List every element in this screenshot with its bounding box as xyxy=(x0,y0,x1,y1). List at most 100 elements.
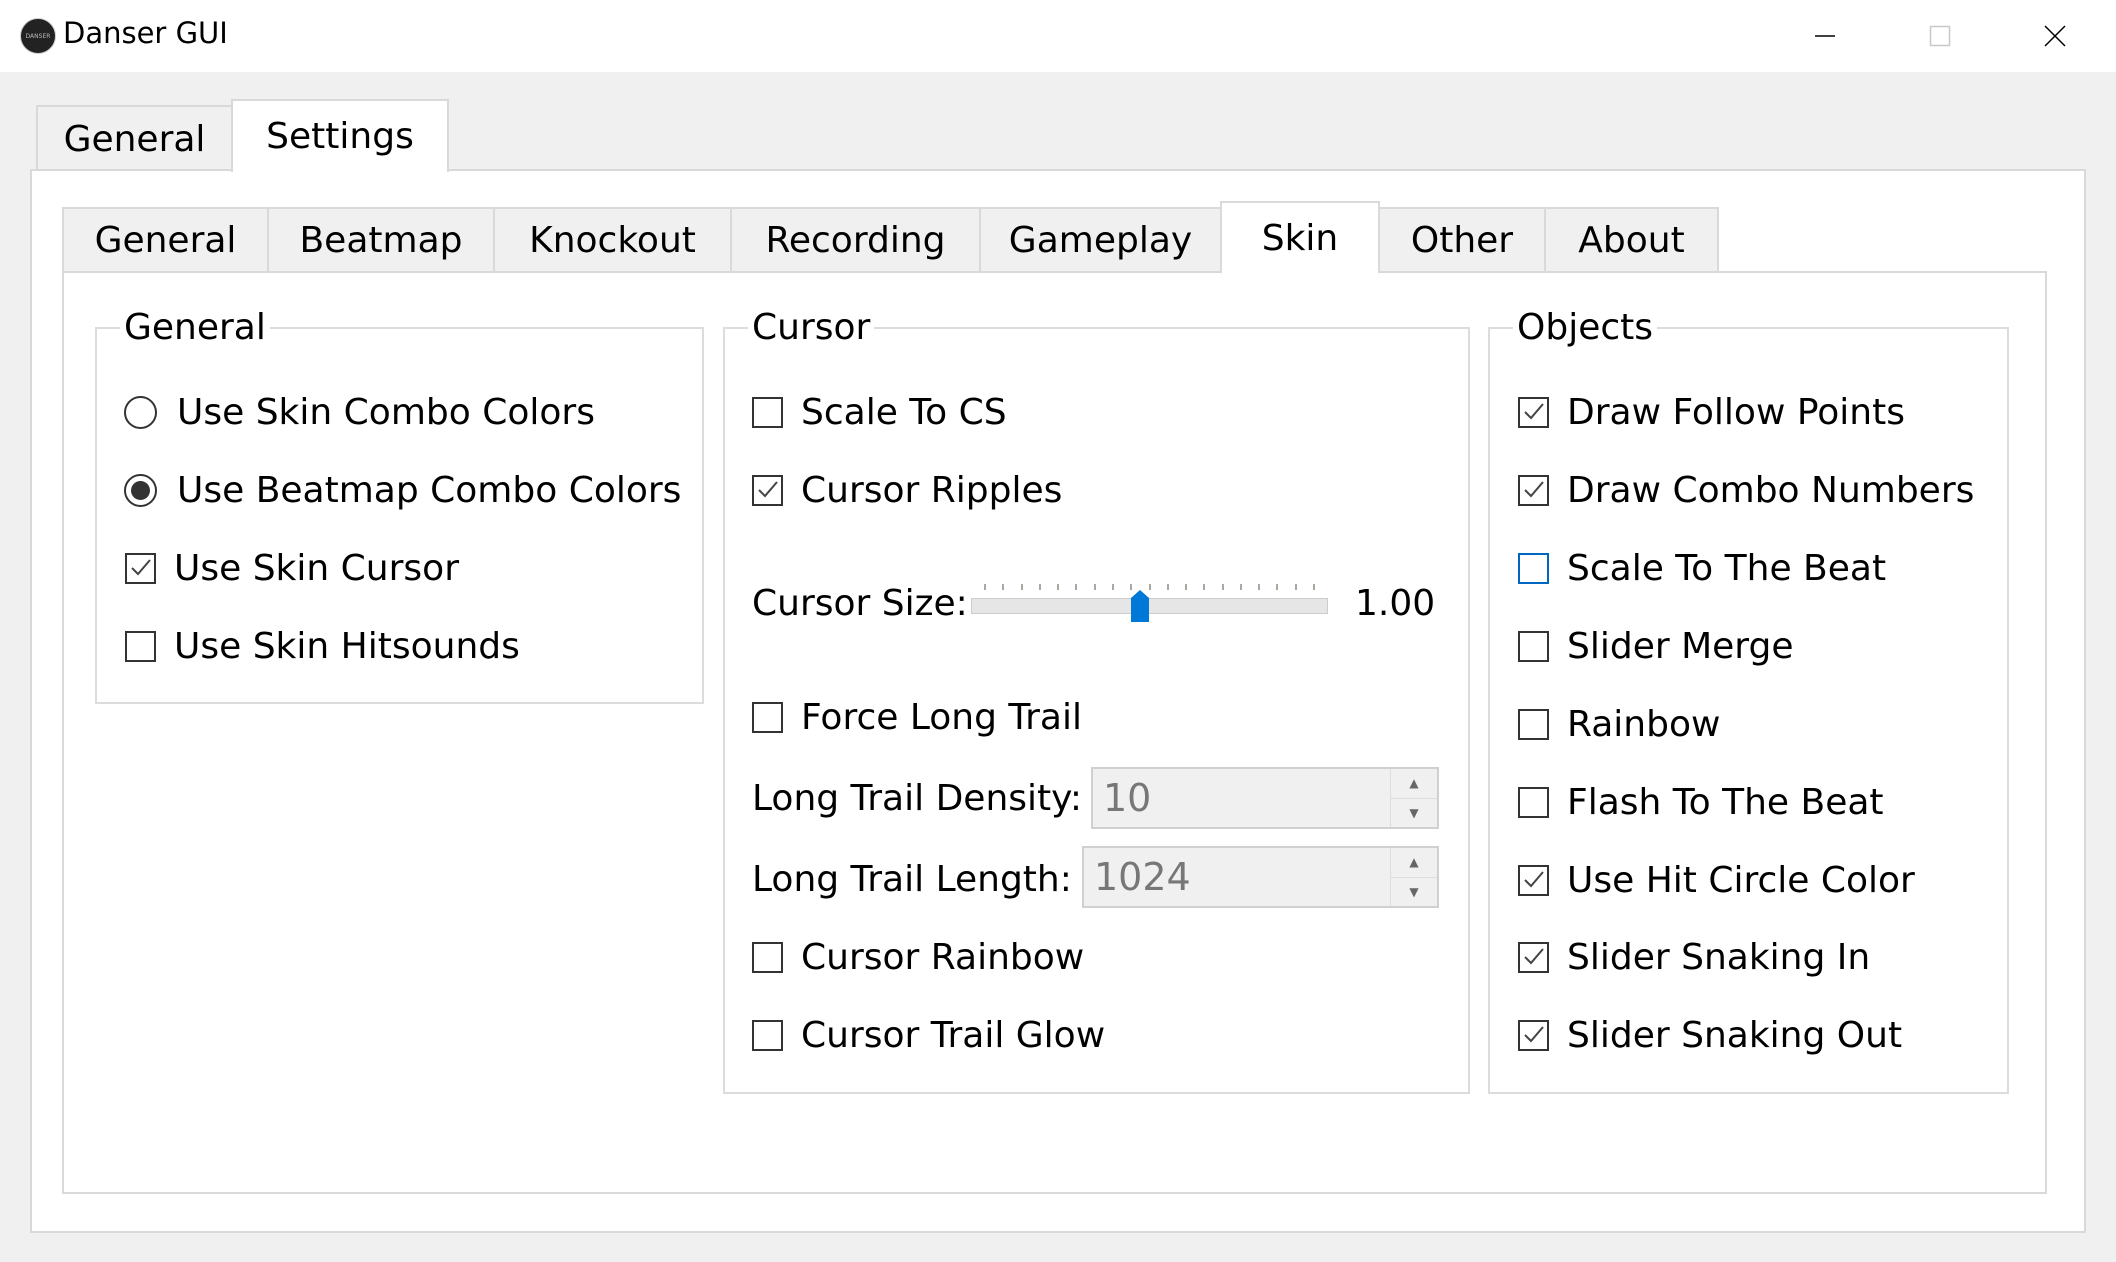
radio-button[interactable] xyxy=(124,473,157,507)
radio-use-beatmap-combo-colors[interactable]: Use Beatmap Combo Colors xyxy=(124,462,681,518)
checkbox-label: Use Hit Circle Color xyxy=(1567,859,1915,901)
checkbox-label: Use Skin Cursor xyxy=(174,547,459,589)
subtab-recording[interactable]: Recording xyxy=(730,207,981,272)
checkbox-label: Cursor Rainbow xyxy=(801,936,1085,978)
checkbox-label: Rainbow xyxy=(1567,703,1721,745)
slider-tick xyxy=(984,584,986,590)
minimize-button[interactable] xyxy=(1767,0,1883,72)
checkbox-cursor-ripples[interactable]: Cursor Ripples xyxy=(752,462,1062,518)
checkbox[interactable] xyxy=(1518,708,1549,740)
slider-track xyxy=(971,598,1328,614)
slider-tick xyxy=(1038,584,1041,590)
long-trail-density-spinbox[interactable]: 10 ▲ ▼ xyxy=(1091,767,1439,829)
spinbox-value[interactable]: 10 xyxy=(1093,769,1390,827)
subtab-general[interactable]: General xyxy=(62,207,269,272)
slider-tick xyxy=(1002,584,1005,590)
checkbox[interactable] xyxy=(1518,786,1549,818)
long-trail-density-label: Long Trail Density: xyxy=(752,777,1082,819)
checkmark-icon xyxy=(130,559,151,576)
subtab-about[interactable]: About xyxy=(1544,207,1719,272)
checkbox-use-skin-cursor[interactable]: Use Skin Cursor xyxy=(125,540,459,596)
checkmark-icon xyxy=(1523,871,1544,888)
slider-tick xyxy=(1057,584,1060,590)
checkbox[interactable] xyxy=(752,474,783,506)
checkbox-flash-to-the-beat[interactable]: Flash To The Beat xyxy=(1518,774,1884,830)
checkmark-icon xyxy=(1523,1026,1544,1043)
slider-tick xyxy=(1020,584,1023,590)
checkmark-icon xyxy=(1523,481,1544,498)
checkmark-icon xyxy=(1523,948,1544,965)
checkbox[interactable] xyxy=(125,552,156,584)
title-bar: DANSER Danser GUI xyxy=(0,0,2116,72)
subtab-label: General xyxy=(94,220,237,261)
subtab-label: About xyxy=(1578,220,1685,261)
slider-tick xyxy=(1239,584,1242,590)
subtab-label: Knockout xyxy=(529,220,696,261)
radio-button[interactable] xyxy=(124,395,157,429)
subtab-beatmap[interactable]: Beatmap xyxy=(267,207,495,272)
spin-up-icon[interactable]: ▲ xyxy=(1391,769,1437,799)
checkbox[interactable] xyxy=(752,941,783,973)
slider-tick xyxy=(1313,584,1315,590)
checkbox[interactable] xyxy=(1518,396,1549,428)
app-icon: DANSER xyxy=(20,18,56,54)
checkbox-draw-combo-numbers[interactable]: Draw Combo Numbers xyxy=(1518,462,1974,518)
subtab-label: Skin xyxy=(1261,217,1339,259)
checkbox-scale-to-cs[interactable]: Scale To CS xyxy=(752,384,1007,440)
close-button[interactable] xyxy=(1997,0,2113,72)
checkbox-cursor-trail-glow[interactable]: Cursor Trail Glow xyxy=(752,1007,1105,1063)
checkbox-use-hit-circle-color[interactable]: Use Hit Circle Color xyxy=(1518,852,1915,908)
checkbox[interactable] xyxy=(1518,941,1549,973)
checkbox-label: Slider Snaking In xyxy=(1567,936,1871,978)
checkbox[interactable] xyxy=(125,630,156,662)
checkbox[interactable] xyxy=(1518,630,1549,662)
checkbox[interactable] xyxy=(1518,552,1549,584)
tab-general[interactable]: General xyxy=(36,105,233,171)
tab-settings[interactable]: Settings xyxy=(231,99,449,172)
subtab-gameplay[interactable]: Gameplay xyxy=(979,207,1222,272)
radio-use-skin-combo-colors[interactable]: Use Skin Combo Colors xyxy=(124,384,595,440)
close-icon xyxy=(2044,25,2066,47)
checkbox[interactable] xyxy=(1518,474,1549,506)
checkbox-label: Use Skin Hitsounds xyxy=(174,625,520,667)
checkbox-use-skin-hitsounds[interactable]: Use Skin Hitsounds xyxy=(125,618,520,674)
subtab-label: Beatmap xyxy=(299,220,463,261)
checkbox-rainbow[interactable]: Rainbow xyxy=(1518,696,1720,752)
spinbox-value[interactable]: 1024 xyxy=(1084,848,1390,906)
objects-group-title: Objects xyxy=(1513,308,1658,348)
checkbox[interactable] xyxy=(752,396,783,428)
slider-thumb[interactable] xyxy=(1130,590,1149,622)
checkbox[interactable] xyxy=(752,701,783,733)
checkbox-scale-to-the-beat[interactable]: Scale To The Beat xyxy=(1518,540,1886,596)
slider-ticks xyxy=(971,584,1328,592)
spin-down-icon[interactable]: ▼ xyxy=(1391,799,1437,828)
checkbox-force-long-trail[interactable]: Force Long Trail xyxy=(752,689,1082,745)
checkbox[interactable] xyxy=(752,1019,783,1051)
checkbox-draw-follow-points[interactable]: Draw Follow Points xyxy=(1518,384,1905,440)
subtab-skin[interactable]: Skin xyxy=(1220,201,1380,273)
spin-up-icon[interactable]: ▲ xyxy=(1391,848,1437,878)
checkbox-label: Force Long Trail xyxy=(801,696,1082,738)
checkbox-slider-snaking-out[interactable]: Slider Snaking Out xyxy=(1518,1007,1902,1063)
maximize-button[interactable] xyxy=(1882,0,1998,72)
long-trail-length-spinbox[interactable]: 1024 ▲ ▼ xyxy=(1082,846,1439,908)
minimize-icon xyxy=(1815,35,1835,37)
checkbox[interactable] xyxy=(1518,1019,1549,1051)
checkbox-slider-merge[interactable]: Slider Merge xyxy=(1518,618,1793,674)
checkbox-label: Draw Follow Points xyxy=(1567,391,1905,433)
checkbox-slider-snaking-in[interactable]: Slider Snaking In xyxy=(1518,929,1870,985)
spin-down-icon[interactable]: ▼ xyxy=(1391,878,1437,907)
slider-tick xyxy=(1075,584,1078,590)
slider-tick xyxy=(1093,584,1096,590)
radio-selected-dot xyxy=(131,480,150,500)
general-group-title: General xyxy=(120,308,270,348)
checkbox-label: Slider Merge xyxy=(1567,625,1794,667)
cursor-size-value: 1.00 xyxy=(1355,582,1436,624)
subtab-other[interactable]: Other xyxy=(1378,207,1546,272)
cursor-size-slider[interactable] xyxy=(971,580,1328,630)
checkbox-label: Draw Combo Numbers xyxy=(1567,469,1975,511)
checkbox-cursor-rainbow[interactable]: Cursor Rainbow xyxy=(752,929,1084,985)
checkbox-label: Scale To The Beat xyxy=(1567,547,1887,589)
subtab-knockout[interactable]: Knockout xyxy=(493,207,732,272)
checkbox[interactable] xyxy=(1518,864,1549,896)
